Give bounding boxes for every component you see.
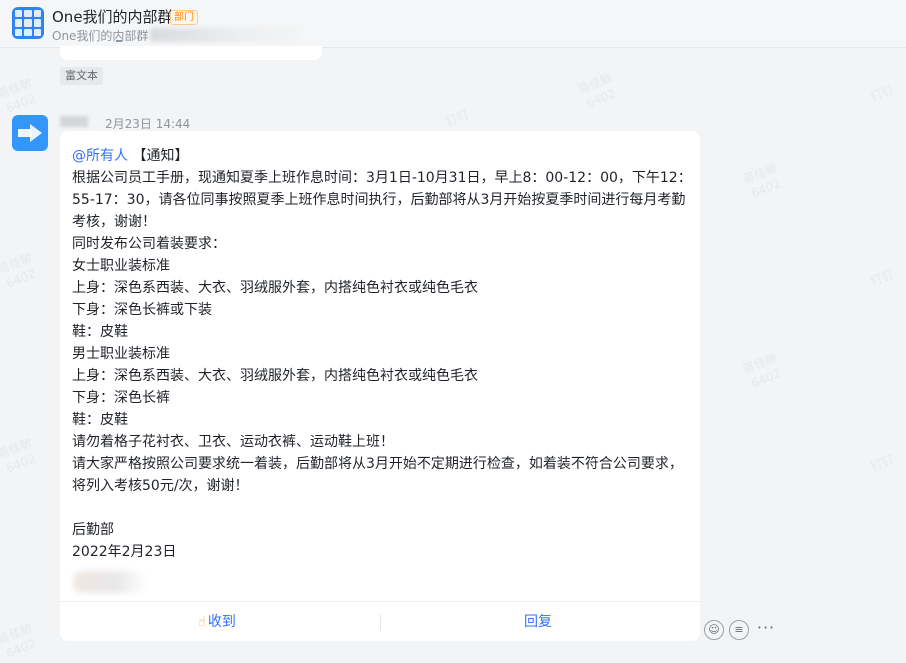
watermark: 蒋佳敏 6402	[0, 250, 38, 291]
message-line: 下身：深色长裤或下装	[72, 302, 212, 318]
notice-title: 【通知】	[132, 148, 189, 164]
sender-avatar[interactable]	[12, 115, 48, 151]
message-line: 男士职业装标准	[72, 346, 170, 362]
message-line: 上身：深色系西装、大衣、羽绒服外套，内搭纯色衬衣或纯色毛衣	[72, 368, 478, 384]
signature-dept: 后勤部	[72, 522, 114, 538]
watermark: 蒋佳敏 6402	[0, 620, 38, 661]
message-card[interactable]: @所有人 【通知】 根据公司员工手册，现通知夏季上班作息时间：3月1日-10月3…	[60, 131, 700, 641]
emoji-icon[interactable]: ☺	[704, 620, 724, 640]
mention-all[interactable]: @所有人	[72, 148, 128, 164]
signature-date: 2022年2月23日	[72, 544, 177, 560]
reply-thread-icon[interactable]: ≡	[729, 620, 749, 640]
acknowledge-label: 收到	[207, 614, 236, 630]
reply-button[interactable]: 回复	[524, 602, 552, 642]
watermark: 钉钉	[443, 107, 471, 129]
watermark: 钉钉	[868, 267, 896, 289]
message-line: 同时发布公司着装要求：	[72, 236, 226, 252]
card-footer: ☝ 收到 回复	[60, 601, 700, 642]
message-line: 上身：深色系西装、大衣、羽绒服外套，内搭纯色衬衣或纯色毛衣	[72, 280, 478, 296]
more-icon[interactable]: ···	[754, 618, 778, 640]
message-line: 根据公司员工手册，现通知夏季上班作息时间：3月1日-10月31日，早上8：00-…	[72, 170, 692, 186]
group-avatar[interactable]	[12, 7, 44, 39]
previous-message-fragment	[116, 40, 122, 42]
chat-header: One我们的内部群 部门 One我们的内部群	[0, 0, 906, 48]
dept-tag: 部门	[170, 10, 198, 25]
watermark: 蒋佳敏 6402	[575, 70, 618, 111]
message-time: 2月23日 14:44	[105, 117, 191, 131]
redacted-sender-name	[60, 116, 88, 127]
message-line: 将列入考核50元/次，谢谢！	[72, 478, 249, 494]
watermark: 蒋佳敏 6402	[740, 350, 783, 391]
watermark: 钉钉	[868, 82, 896, 104]
footer-divider	[380, 614, 381, 630]
redacted-read-avatars	[73, 571, 147, 593]
message-line: 鞋：皮鞋	[72, 412, 128, 428]
watermark: 蒋佳敏 6402	[0, 75, 38, 116]
reply-label: 回复	[524, 614, 552, 630]
watermark: 蒋佳敏 6402	[0, 435, 38, 476]
group-title[interactable]: One我们的内部群	[52, 6, 173, 27]
redacted-subtitle	[150, 28, 300, 42]
watermark: 蒋佳敏 6402	[740, 160, 783, 201]
notice-header-line: @所有人 【通知】	[72, 145, 692, 167]
message-body: @所有人 【通知】 根据公司员工手册，现通知夏季上班作息时间：3月1日-10月3…	[72, 145, 692, 563]
previous-message-bubble[interactable]	[60, 46, 322, 60]
acknowledge-button[interactable]: ☝ 收到	[198, 602, 236, 642]
message-line: 请勿着格子花衬衣、卫衣、运动衣裤、运动鞋上班！	[72, 434, 394, 450]
group-subtitle: One我们的内部群	[52, 29, 149, 43]
thumbs-up-icon: ☝	[198, 615, 206, 630]
message-line: 考核，谢谢！	[72, 214, 156, 230]
message-line: 55-17：30，请各位同事按照夏季上班作息时间执行，后勤部将从3月开始按夏季时…	[72, 192, 686, 208]
watermark: 钉钉	[868, 452, 896, 474]
message-line: 女士职业装标准	[72, 258, 170, 274]
rich-text-tag: 富文本	[60, 67, 103, 85]
message-line: 下身：深色长裤	[72, 390, 170, 406]
message-line: 鞋：皮鞋	[72, 324, 128, 340]
arrow-right-icon	[18, 124, 42, 142]
message-line: 请大家严格按照公司要求统一着装，后勤部将从3月开始不定期进行检查，如着装不符合公…	[72, 456, 683, 472]
